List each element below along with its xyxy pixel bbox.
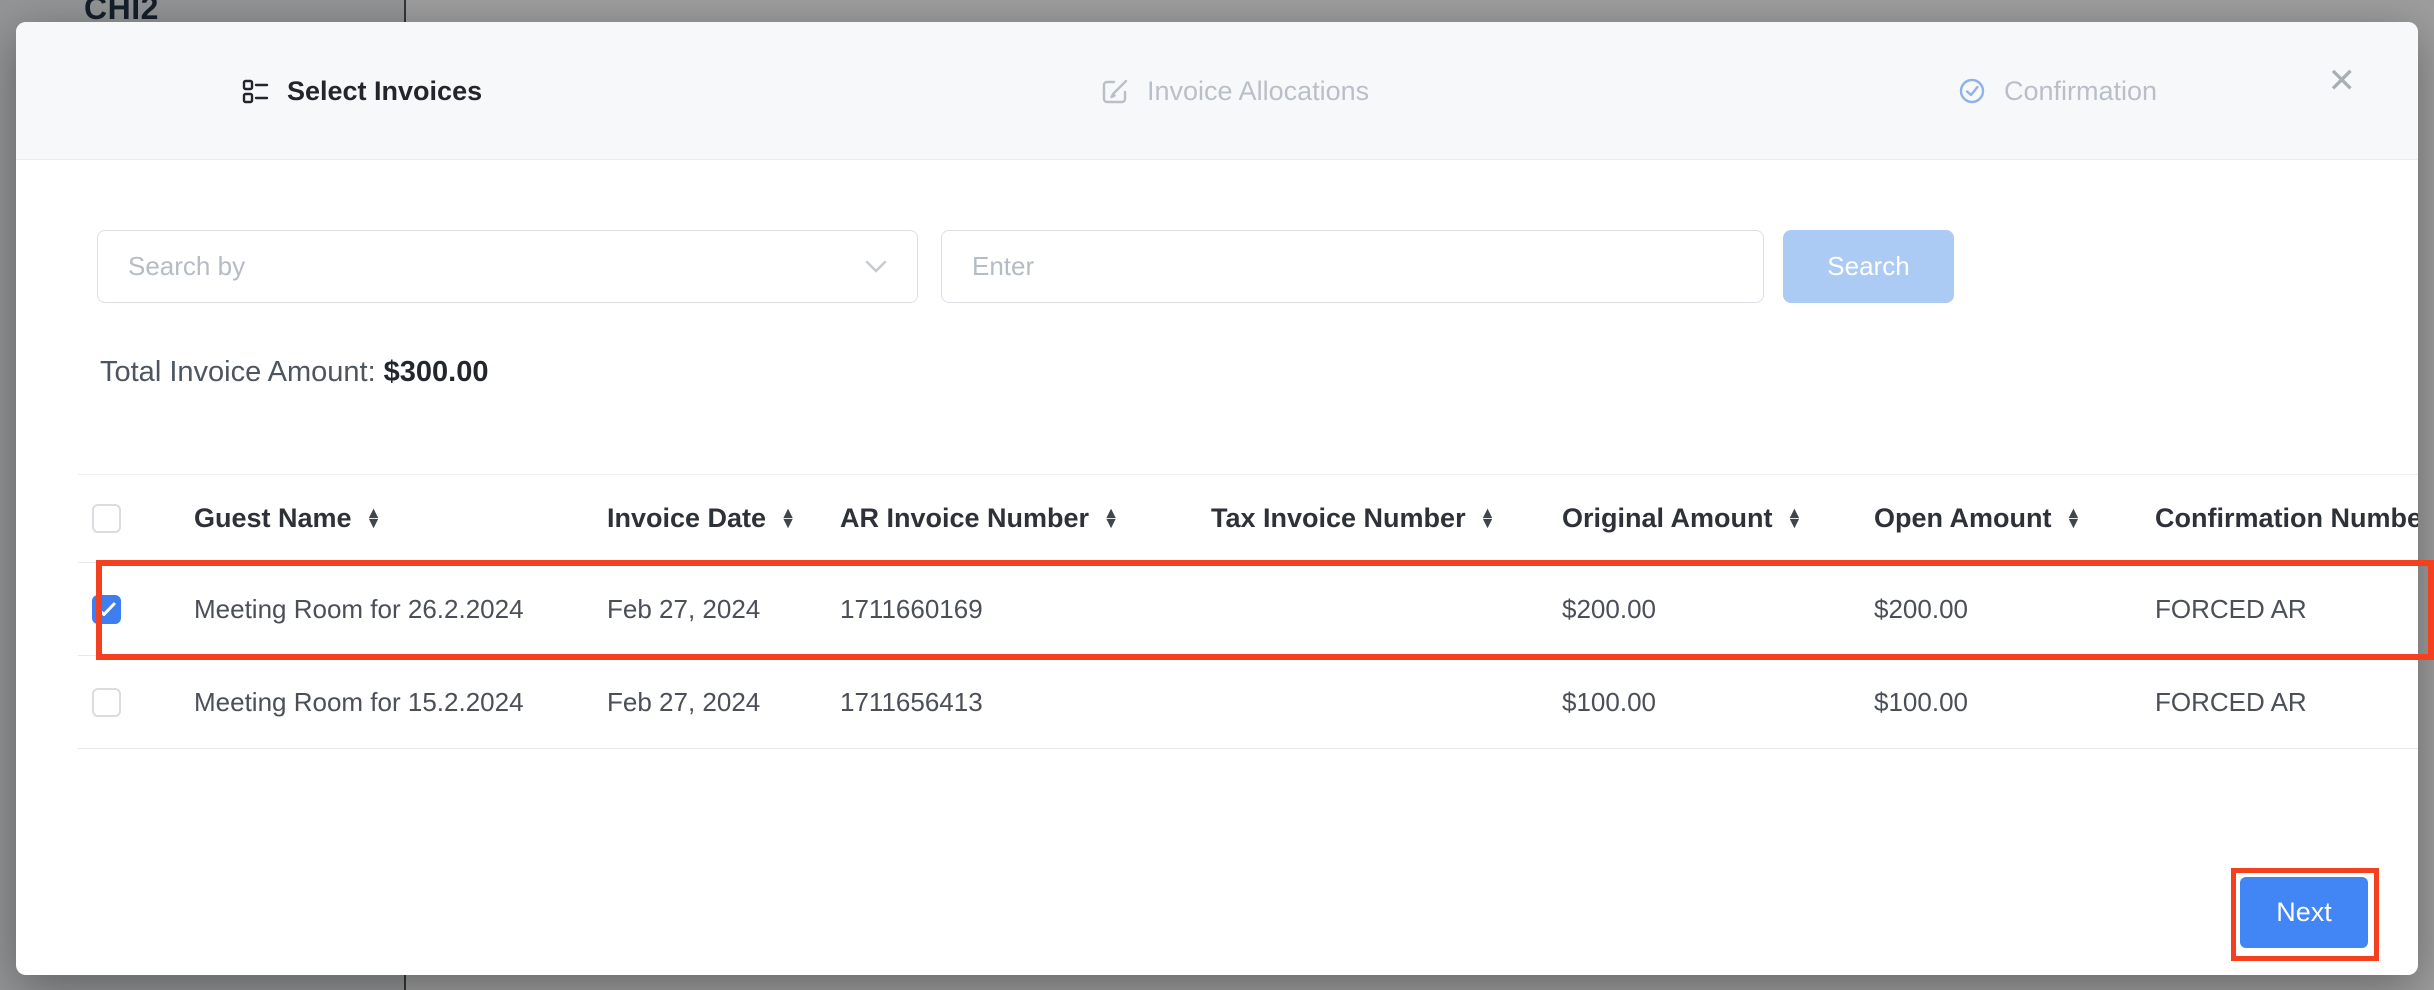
select-all-checkbox[interactable] — [92, 504, 121, 533]
original-amount-cell: $200.00 — [1562, 563, 1874, 656]
close-icon[interactable]: ✕ — [2328, 64, 2357, 98]
search-toolbar: Search by Search — [97, 230, 2357, 303]
guest-name-cell: Meeting Room for 26.2.2024 — [194, 563, 607, 656]
table-row[interactable]: Meeting Room for 26.2.2024 Feb 27, 2024 … — [78, 563, 2418, 656]
step-label: Invoice Allocations — [1147, 76, 1369, 107]
column-header: AR Invoice Number — [840, 503, 1089, 534]
ar-invoice-number-cell: 1711656413 — [840, 656, 1211, 749]
tax-invoice-number-cell — [1211, 656, 1562, 749]
next-button[interactable]: Next — [2240, 877, 2368, 948]
column-header: Tax Invoice Number — [1211, 503, 1466, 534]
sort-icon[interactable]: ▲▼ — [1103, 509, 1119, 529]
total-label: Total Invoice Amount: — [100, 356, 376, 388]
open-amount-cell: $200.00 — [1874, 563, 2155, 656]
confirmation-number-cell: FORCED AR — [2155, 563, 2418, 656]
screen: CHI2 Select Invoices — [0, 0, 2434, 990]
edit-icon — [1101, 77, 1129, 105]
original-amount-cell: $100.00 — [1562, 656, 1874, 749]
total-value: $300.00 — [384, 356, 489, 388]
wizard-steps-header: Select Invoices Invoice Allocations — [16, 22, 2418, 160]
check-circle-icon — [1958, 77, 1986, 105]
confirmation-number-cell: FORCED AR — [2155, 656, 2418, 749]
ar-invoice-number-cell: 1711660169 — [840, 563, 1211, 656]
open-amount-cell: $100.00 — [1874, 656, 2155, 749]
guest-name-cell: Meeting Room for 15.2.2024 — [194, 656, 607, 749]
column-header: Original Amount — [1562, 503, 1773, 534]
row-checkbox[interactable] — [92, 688, 121, 717]
search-input[interactable] — [941, 230, 1764, 303]
step-invoice-allocations[interactable]: Invoice Allocations — [1101, 22, 1369, 160]
select-invoices-icon — [241, 77, 269, 105]
invoices-table: Guest Name ▲▼ Invoice Date ▲▼ AR Invoice N… — [78, 474, 2418, 749]
search-by-select[interactable]: Search by — [97, 230, 918, 303]
check-icon — [97, 602, 116, 617]
column-header: Open Amount — [1874, 503, 2051, 534]
tax-invoice-number-cell — [1211, 563, 1562, 656]
step-label: Select Invoices — [287, 76, 482, 107]
invoice-date-cell: Feb 27, 2024 — [607, 563, 840, 656]
step-label: Confirmation — [2004, 76, 2157, 107]
sort-icon[interactable]: ▲▼ — [1787, 509, 1803, 529]
table-header-row: Guest Name ▲▼ Invoice Date ▲▼ AR Invoice N… — [78, 475, 2418, 563]
search-button[interactable]: Search — [1783, 230, 1954, 303]
table-row[interactable]: Meeting Room for 15.2.2024 Feb 27, 2024 … — [78, 656, 2418, 749]
sort-icon[interactable]: ▲▼ — [2065, 509, 2081, 529]
column-header: Guest Name — [194, 503, 352, 534]
sort-icon[interactable]: ▲▼ — [1480, 509, 1496, 529]
step-select-invoices[interactable]: Select Invoices — [241, 22, 482, 160]
row-checkbox[interactable] — [92, 595, 121, 624]
sort-icon[interactable]: ▲▼ — [366, 509, 382, 529]
search-by-placeholder: Search by — [128, 251, 245, 282]
sort-icon[interactable]: ▲▼ — [780, 509, 796, 529]
select-invoices-modal: Select Invoices Invoice Allocations — [16, 22, 2418, 975]
total-invoice-amount: Total Invoice Amount:$300.00 — [100, 356, 488, 389]
chevron-down-icon — [865, 260, 887, 273]
column-header: Invoice Date — [607, 503, 766, 534]
column-header: Confirmation Number — [2155, 503, 2418, 534]
step-confirmation[interactable]: Confirmation — [1958, 22, 2157, 160]
invoice-date-cell: Feb 27, 2024 — [607, 656, 840, 749]
